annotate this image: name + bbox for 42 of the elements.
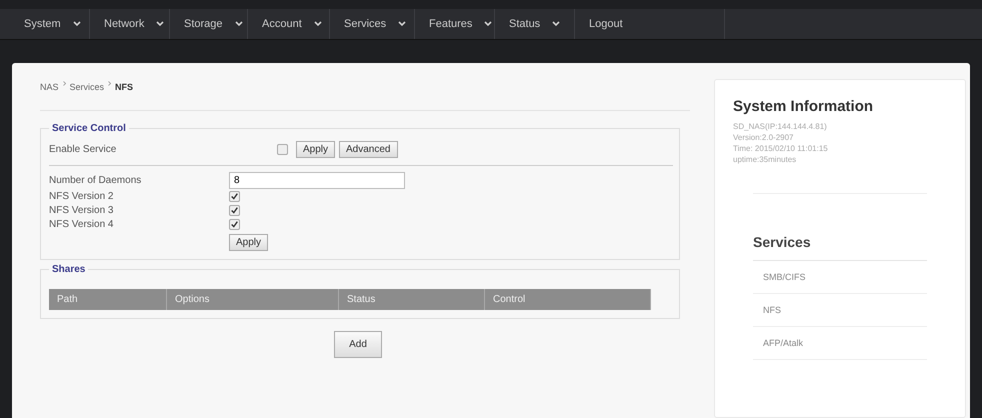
section-title: Services <box>753 234 927 261</box>
service-link[interactable]: SMB/CIFS <box>753 261 927 294</box>
section-title: System Information <box>733 98 874 115</box>
breadcrumb-item[interactable]: NAS <box>40 82 59 92</box>
checkbox[interactable] <box>229 204 240 216</box>
section-legend: Service Control <box>49 123 129 134</box>
info-text: Time: 2015/02/10 11:01:15 <box>733 143 829 154</box>
breadcrumb-item[interactable]: Services <box>70 82 104 92</box>
nav-menu-item[interactable]: Account <box>248 9 330 39</box>
add-button[interactable]: Add <box>334 331 382 358</box>
separator-icon <box>108 81 112 86</box>
field-label: Number of Daemons <box>49 174 142 186</box>
nav-menu-item[interactable]: Storage <box>170 9 248 39</box>
field-label: Enable Service <box>49 144 118 154</box>
field-label: NFS Version 4 <box>49 218 114 230</box>
breadcrumb-item: NFS <box>115 82 134 92</box>
column-header: Options <box>167 289 339 310</box>
checkbox[interactable] <box>277 144 288 154</box>
service-link[interactable]: AFP/Atalk <box>753 327 927 360</box>
nav-menu-item[interactable]: Services <box>330 9 415 39</box>
column-header: Control <box>485 289 651 310</box>
nav-menu-item[interactable]: Features <box>415 9 495 39</box>
column-header: Status <box>339 289 485 310</box>
column-header: Path <box>49 289 167 310</box>
nav-menu-item[interactable]: Status <box>495 9 575 39</box>
section-legend: Shares <box>49 264 88 275</box>
advanced-button[interactable]: Advanced <box>339 140 398 158</box>
field-label: NFS Version 3 <box>49 204 114 216</box>
nav-menu-item[interactable]: System <box>10 9 90 39</box>
nav-menu-item[interactable]: Network <box>90 9 170 39</box>
checkbox[interactable] <box>229 190 240 202</box>
field-label: NFS Version 2 <box>49 190 114 202</box>
info-text: Version:2.0-2907 <box>733 132 794 143</box>
info-text: uptime:35minutes <box>733 154 798 165</box>
nav-menu-item[interactable]: Logout <box>575 9 725 39</box>
apply-button[interactable]: Apply <box>296 140 336 158</box>
apply-button[interactable]: Apply <box>229 234 268 250</box>
info-text: SD_NAS(IP:144.144.4.81) <box>733 121 828 132</box>
separator-icon <box>62 81 66 86</box>
input-field[interactable]: 8 <box>229 172 405 188</box>
checkbox[interactable] <box>229 218 240 230</box>
service-link[interactable]: NFS <box>753 294 927 327</box>
